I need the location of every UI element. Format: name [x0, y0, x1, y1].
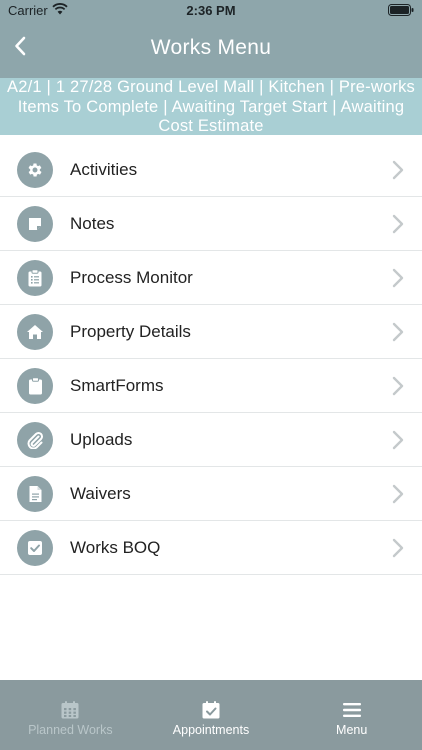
tab-menu[interactable]: Menu — [281, 680, 422, 750]
chevron-right-icon — [392, 376, 404, 396]
note-icon — [17, 206, 53, 242]
menu-item-smartforms[interactable]: SmartForms — [0, 359, 422, 413]
menu-item-label: Works BOQ — [70, 538, 161, 557]
home-icon — [17, 314, 53, 350]
tab-appointments[interactable]: Appointments — [141, 680, 282, 750]
tab-label: Planned Works — [28, 723, 113, 737]
menu-item-label: Process Monitor — [70, 268, 193, 287]
nav-bar: Works Menu — [0, 22, 422, 78]
document-icon — [17, 476, 53, 512]
menu-item-process-monitor[interactable]: Process Monitor — [0, 251, 422, 305]
menu-item-works-boq[interactable]: Works BOQ — [0, 521, 422, 575]
tab-label: Appointments — [172, 723, 250, 737]
menu-item-label: Property Details — [70, 322, 191, 341]
chevron-right-icon — [392, 322, 404, 342]
chevron-right-icon — [392, 430, 404, 450]
app-header: Carrier 2:36 PM Works Menu — [0, 0, 422, 78]
chevron-right-icon — [392, 214, 404, 234]
menu-icon — [342, 700, 362, 720]
chevron-right-icon — [392, 160, 404, 180]
menu-item-notes[interactable]: Notes — [0, 197, 422, 251]
menu-item-label: SmartForms — [70, 376, 164, 395]
menu-item-uploads[interactable]: Uploads — [0, 413, 422, 467]
status-time: 2:36 PM — [186, 3, 236, 18]
gear-icon — [17, 152, 53, 188]
menu-item-label: Uploads — [70, 430, 133, 449]
status-bar: Carrier 2:36 PM — [0, 0, 422, 22]
tab-bar: Planned Works Appointments Menu — [0, 680, 422, 750]
menu-item-activities[interactable]: Activities — [0, 143, 422, 197]
menu-item-label: Notes — [70, 214, 115, 233]
battery-icon — [388, 4, 414, 19]
chevron-right-icon — [392, 268, 404, 288]
clipboard-icon — [17, 368, 53, 404]
clipboard-list-icon — [17, 260, 53, 296]
context-banner: A2/1 | 1 27/28 Ground Level Mall | Kitch… — [0, 78, 422, 135]
menu-item-property-details[interactable]: Property Details — [0, 305, 422, 359]
page-title: Works Menu — [150, 36, 272, 59]
calendar-grid-icon — [60, 700, 80, 720]
paperclip-icon — [17, 422, 53, 458]
menu-item-label: Waivers — [70, 484, 131, 503]
tab-label: Menu — [336, 723, 368, 737]
calendar-check-icon — [201, 700, 221, 720]
menu-item-label: Activities — [70, 160, 138, 179]
chevron-right-icon — [392, 538, 404, 558]
menu-item-waivers[interactable]: Waivers — [0, 467, 422, 521]
check-square-icon — [17, 530, 53, 566]
chevron-right-icon — [392, 484, 404, 504]
tab-planned-works[interactable]: Planned Works — [0, 680, 141, 750]
works-menu-list: Activities Notes Process Monitor Propert… — [0, 143, 422, 575]
